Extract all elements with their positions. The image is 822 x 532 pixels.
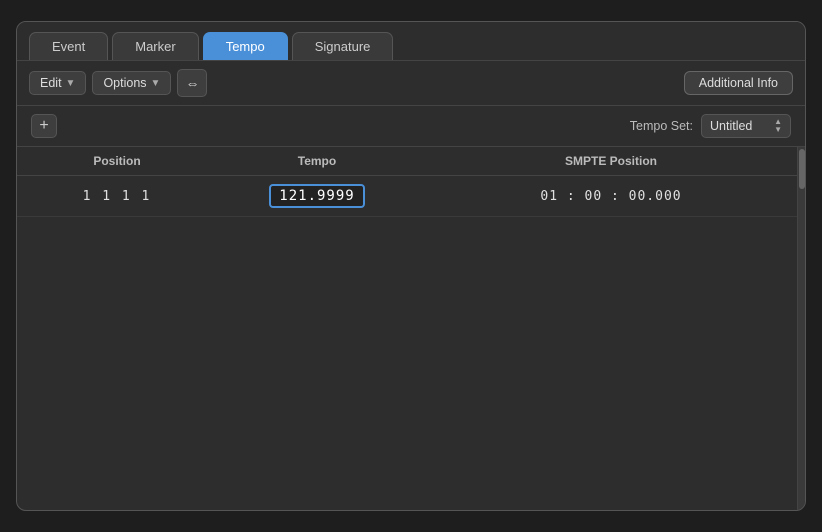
cell-position: 1 1 1 1 bbox=[17, 181, 217, 212]
options-label: Options bbox=[103, 76, 146, 90]
tab-signature[interactable]: Signature bbox=[292, 32, 394, 60]
snap-icon: ⇔ bbox=[185, 75, 199, 91]
snap-button[interactable]: ⇔ bbox=[177, 69, 207, 97]
edit-button[interactable]: Edit ▼ bbox=[29, 71, 86, 95]
table-body: 1 1 1 1 121.9999 01 : 00 : 00.000 bbox=[17, 176, 805, 510]
table-header: Position Tempo SMPTE Position bbox=[17, 147, 805, 176]
column-header-tempo: Tempo bbox=[217, 152, 417, 170]
tab-bar: Event Marker Tempo Signature bbox=[17, 22, 805, 61]
dropdown-arrows-icon: ▲ ▼ bbox=[774, 118, 782, 134]
scrollbar-thumb[interactable] bbox=[799, 149, 805, 189]
column-header-smpte: SMPTE Position bbox=[417, 152, 805, 170]
tab-tempo[interactable]: Tempo bbox=[203, 32, 288, 60]
tempo-set-value: Untitled bbox=[710, 119, 752, 133]
additional-info-button[interactable]: Additional Info bbox=[684, 71, 793, 95]
scrollbar[interactable] bbox=[797, 147, 805, 510]
edit-chevron-icon: ▼ bbox=[66, 78, 76, 89]
tempo-input-value: 121.9999 bbox=[279, 188, 354, 204]
cell-smpte: 01 : 00 : 00.000 bbox=[417, 181, 805, 212]
content-area: + Tempo Set: Untitled ▲ ▼ Position Tempo… bbox=[17, 106, 805, 510]
cell-tempo[interactable]: 121.9999 bbox=[217, 176, 417, 216]
tempo-set-dropdown[interactable]: Untitled ▲ ▼ bbox=[701, 114, 791, 138]
options-button[interactable]: Options ▼ bbox=[92, 71, 171, 95]
tab-marker[interactable]: Marker bbox=[112, 32, 198, 60]
edit-label: Edit bbox=[40, 76, 62, 90]
main-panel: Event Marker Tempo Signature Edit ▼ Opti… bbox=[16, 21, 806, 511]
toolbar: Edit ▼ Options ▼ ⇔ Additional Info bbox=[17, 61, 805, 106]
add-button[interactable]: + bbox=[31, 114, 57, 138]
tempo-set-label: Tempo Set: bbox=[630, 119, 693, 133]
column-header-position: Position bbox=[17, 152, 217, 170]
tempo-input[interactable]: 121.9999 bbox=[269, 184, 364, 208]
options-chevron-icon: ▼ bbox=[151, 78, 161, 89]
table-row[interactable]: 1 1 1 1 121.9999 01 : 00 : 00.000 bbox=[17, 176, 805, 217]
tempo-set-row: + Tempo Set: Untitled ▲ ▼ bbox=[17, 106, 805, 147]
table-area: Position Tempo SMPTE Position 1 1 1 1 12… bbox=[17, 147, 805, 510]
tab-event[interactable]: Event bbox=[29, 32, 108, 60]
